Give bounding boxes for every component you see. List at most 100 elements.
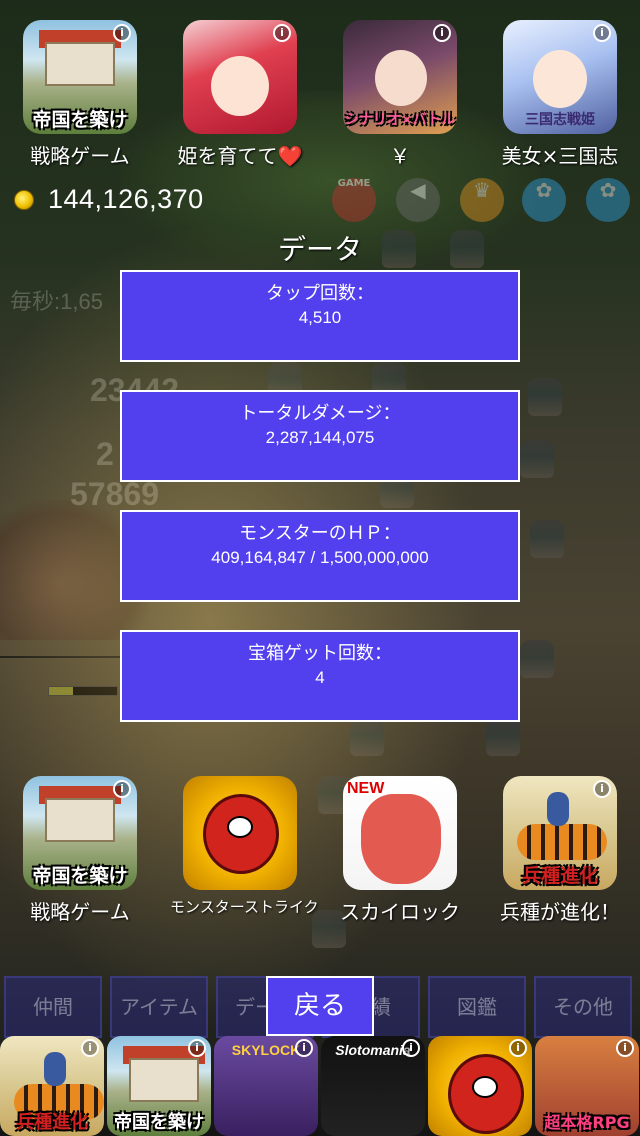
soldier-sprite [486, 718, 520, 756]
ad-caption: 帝国を築け [114, 1112, 204, 1133]
per-second-text: 毎秒:1,65 [10, 289, 103, 314]
tab-item[interactable]: アイテム [110, 976, 208, 1038]
dialog-title: データ [277, 233, 362, 266]
twitter-icon[interactable]: ✿ [586, 178, 630, 222]
ad-caption: シナリオ×バトル [344, 112, 456, 128]
coin-icon [14, 190, 34, 210]
skylock-app-icon[interactable]: SKYLOCK i [214, 1036, 318, 1136]
ad-label: 姫を育てて❤️ [177, 144, 303, 168]
damage-number: 2 [96, 436, 114, 472]
info-icon[interactable]: i [188, 1039, 206, 1057]
character-face [361, 794, 441, 884]
ad-caption: 帝国を築け [32, 865, 128, 887]
stat-value: 2,287,144,075 [265, 428, 375, 447]
stat-monster-hp: モンスターのＨＰ： 409,164,847 / 1,500,000,000 [120, 510, 520, 602]
building-shape [129, 1058, 199, 1102]
sound-icon[interactable]: ◀ [396, 178, 440, 222]
info-icon[interactable]: i [433, 24, 451, 42]
bottom-ad-strip: i 兵種進化 i 帝国を築け SKYLOCK i Slotomania i i … [0, 1036, 640, 1136]
stat-total-damage: トータルダメージ： 2,287,144,075 [120, 390, 520, 482]
soldier-sprite [528, 378, 562, 416]
scenario-battle-app-icon[interactable]: i シナリオ×バトル [343, 20, 457, 134]
ad-label: 戦略ゲーム [30, 144, 130, 168]
ad-label: 兵種が進化！ [500, 900, 620, 924]
ad-item[interactable]: i 兵種進化 兵種が進化！ [490, 776, 630, 925]
stat-label: モンスターのＨＰ： [239, 523, 401, 544]
tiger-rider-app-icon[interactable]: i 兵種進化 [0, 1036, 104, 1136]
info-icon[interactable]: i [113, 24, 131, 42]
building-shape [45, 798, 115, 842]
crown-icon[interactable]: ♛ [460, 178, 504, 222]
soldier-sprite [530, 520, 564, 558]
soldier-sprite [520, 440, 554, 478]
info-icon[interactable]: i [509, 1039, 527, 1057]
ad-item[interactable]: i 帝国を築け 戦略ゲーム [10, 20, 150, 169]
stat-label: 宝箱ゲット回数： [248, 643, 392, 664]
monster-hp-bar [48, 686, 118, 696]
monster-strike-app-icon[interactable] [183, 776, 297, 890]
info-icon[interactable]: i [402, 1039, 420, 1057]
tab-encyclopedia[interactable]: 図鑑 [428, 976, 526, 1038]
castle-app-icon[interactable]: i 帝国を築け [23, 20, 137, 134]
character-face [533, 50, 587, 108]
stat-chest-count: 宝箱ゲット回数： 4 [120, 630, 520, 722]
character-face [375, 50, 427, 106]
ad-label: ￥ [390, 144, 410, 168]
info-icon[interactable]: i [593, 24, 611, 42]
soldier-sprite [520, 640, 554, 678]
stat-value: 409,164,847 / 1,500,000,000 [211, 548, 429, 567]
ad-caption: 帝国を築け [32, 109, 128, 131]
ad-label: スカイロック [340, 900, 460, 924]
rider-shape [547, 792, 569, 826]
stat-value: 4 [315, 668, 325, 687]
info-icon[interactable]: i [593, 780, 611, 798]
back-button[interactable]: 戻る [266, 976, 374, 1036]
tab-other[interactable]: その他 [534, 976, 632, 1038]
rider-shape [44, 1052, 66, 1086]
coin-amount: 144,126,370 [48, 184, 204, 214]
ad-caption: 兵種進化 [521, 865, 598, 887]
info-icon[interactable]: i [273, 24, 291, 42]
stat-tap-count: タップ回数： 4,510 [120, 270, 520, 362]
sky-lock-app-icon[interactable]: NEW [343, 776, 457, 890]
ad-item[interactable]: i 姫を育てて❤️ [170, 20, 310, 169]
bottom-ad-row: i 帝国を築け 戦略ゲーム モンスターストライク NEW スカイロック i 兵種… [0, 776, 640, 924]
ad-label: 美女×三国志 [501, 144, 619, 168]
bird-icon[interactable]: ✿ [522, 178, 566, 222]
monster-eye [227, 816, 253, 838]
ad-caption: 兵種進化 [16, 1112, 88, 1133]
building-shape [45, 42, 115, 86]
tiger-shape [517, 824, 607, 860]
ad-item[interactable]: i 帝国を築け 戦略ゲーム [10, 776, 150, 925]
game-button[interactable]: GAME [332, 178, 376, 222]
ad-item[interactable]: i シナリオ×バトル ￥ [330, 20, 470, 169]
castle-app-icon[interactable]: i 帝国を築け [23, 776, 137, 890]
tiger-rider-app-icon[interactable]: i 兵種進化 [503, 776, 617, 890]
monster-eye [472, 1076, 498, 1098]
monster-hp-fill [49, 687, 73, 695]
three-kingdoms-girl-app-icon[interactable]: i 三国志戦姫 [503, 20, 617, 134]
divider-line [0, 656, 120, 658]
ad-item[interactable]: NEW スカイロック [330, 776, 470, 925]
top-ad-row: i 帝国を築け 戦略ゲーム i 姫を育てて❤️ i シナリオ×バトル ￥ i 三… [0, 20, 640, 168]
tab-nakama[interactable]: 仲間 [4, 976, 102, 1038]
ad-caption: 超本格RPG [544, 1113, 630, 1132]
ad-item[interactable]: モンスターストライク [170, 776, 319, 917]
stat-value: 4,510 [298, 308, 342, 327]
red-hair-girl-app-icon[interactable]: i [183, 20, 297, 134]
info-icon[interactable]: i [616, 1039, 634, 1057]
info-icon[interactable]: i [295, 1039, 313, 1057]
rpg-app-icon[interactable]: i 超本格RPG [535, 1036, 639, 1136]
new-badge: NEW [347, 780, 385, 797]
castle-app-icon[interactable]: i 帝国を築け [107, 1036, 211, 1136]
stat-label: タップ回数： [266, 283, 374, 304]
character-face [211, 56, 269, 116]
slotomania-app-icon[interactable]: Slotomania i [321, 1036, 425, 1136]
soldier-sprite [350, 718, 384, 756]
ad-label: 戦略ゲーム [30, 900, 130, 924]
stat-label: トータルダメージ： [239, 403, 401, 424]
info-icon[interactable]: i [81, 1039, 99, 1057]
monster-strike-app-icon[interactable]: i [428, 1036, 532, 1136]
info-icon[interactable]: i [113, 780, 131, 798]
ad-item[interactable]: i 三国志戦姫 美女×三国志 [490, 20, 630, 169]
